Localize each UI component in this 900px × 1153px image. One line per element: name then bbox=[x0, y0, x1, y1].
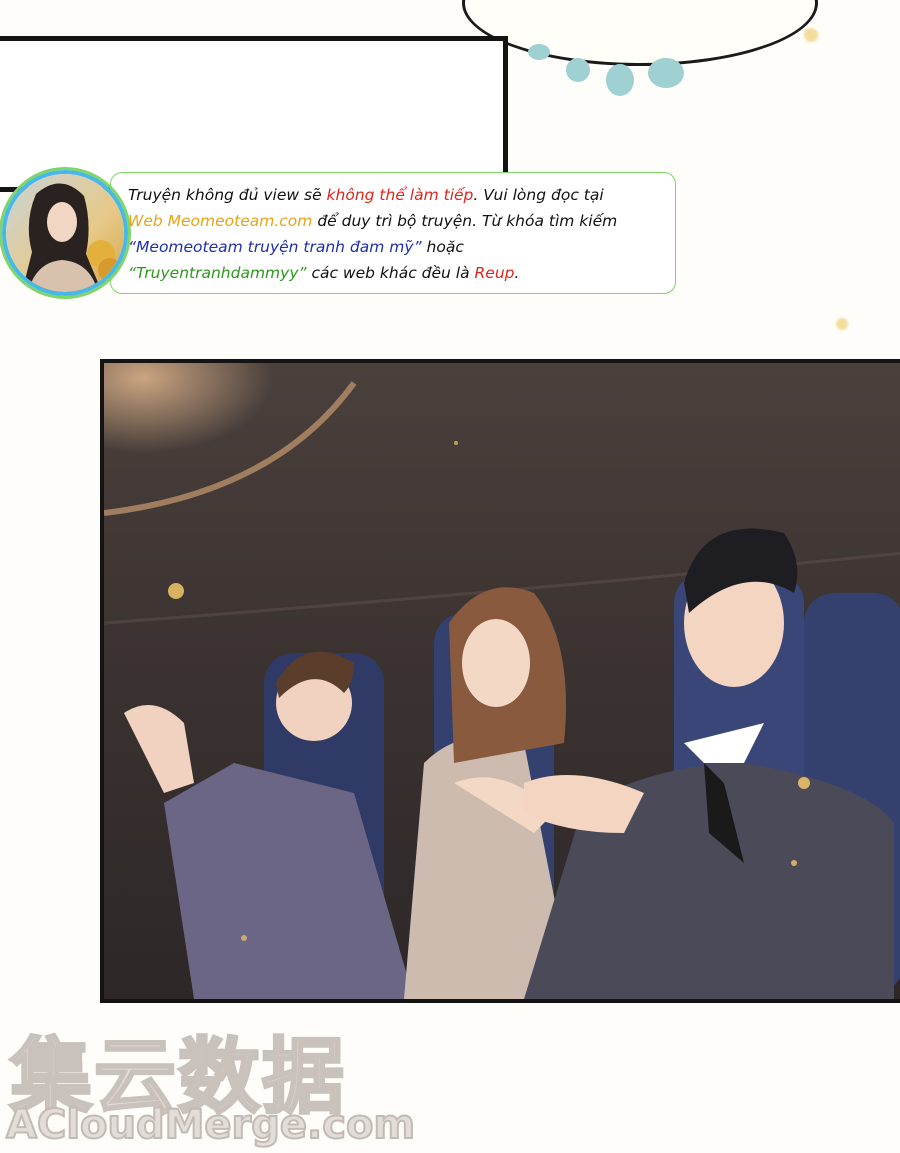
search-keyword-1: “Meomeoteam truyện tranh đam mỹ” bbox=[128, 238, 422, 256]
bubble-drip-decoration bbox=[566, 58, 590, 82]
notice-line: “Truyentranhdammyy” các web khác đều là … bbox=[128, 260, 674, 286]
bubble-drip-decoration bbox=[528, 44, 550, 60]
notice-warning-text: Reup bbox=[474, 264, 515, 282]
website-link[interactable]: Web Meomeoteam.com bbox=[128, 212, 312, 230]
notice-text-span: . Vui lòng đọc tại bbox=[473, 186, 604, 204]
theater-audience-illustration bbox=[104, 363, 900, 999]
bubble-drip-decoration bbox=[648, 58, 684, 88]
bubble-drip-decoration bbox=[606, 64, 634, 96]
notice-line: “Meomeoteam truyện tranh đam mỹ” hoặc bbox=[128, 234, 674, 260]
speech-bubble bbox=[462, 0, 818, 66]
notice-text-span: . bbox=[514, 264, 520, 282]
notice-text-span: Truyện không đủ view sẽ bbox=[128, 186, 327, 204]
notice-text: Truyện không đủ view sẽ không thể làm ti… bbox=[128, 182, 674, 286]
search-keyword-2: “Truyentranhdammyy” bbox=[128, 264, 307, 282]
comic-panel-theater bbox=[100, 359, 900, 1003]
notice-text-span: hoặc bbox=[421, 238, 464, 256]
notice-warning-text: không thể làm tiếp bbox=[326, 186, 474, 204]
notice-line: Truyện không đủ view sẽ không thể làm ti… bbox=[128, 182, 674, 208]
sparkle-decoration bbox=[804, 28, 818, 42]
avatar-portrait-icon bbox=[6, 174, 124, 292]
notice-line: Web Meomeoteam.com để duy trì bộ truyện.… bbox=[128, 208, 674, 234]
comic-panel-top bbox=[0, 36, 508, 192]
avatar bbox=[2, 170, 128, 296]
sparkle-decoration bbox=[836, 318, 848, 330]
watermark-url: ACloudMerge.com bbox=[5, 1101, 416, 1149]
watermark: 集云数据 ACloudMerge.com bbox=[4, 1010, 416, 1150]
notice-text-span: các web khác đều là bbox=[306, 264, 475, 282]
notice-text-span: để duy trì bộ truyện. Từ khóa tìm kiếm bbox=[312, 212, 618, 230]
